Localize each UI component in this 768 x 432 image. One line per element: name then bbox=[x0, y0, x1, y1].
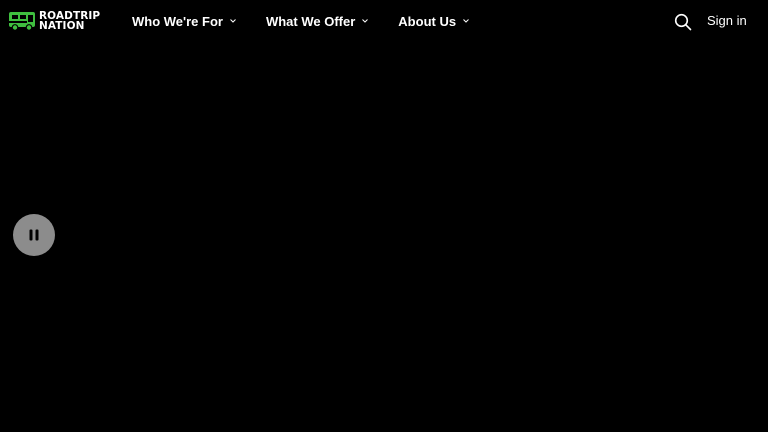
page: ROADTRIP NATION Who We're For What We Of… bbox=[0, 0, 768, 432]
nav-item-what-we-offer[interactable]: What We Offer bbox=[266, 14, 369, 29]
logo-wordmark: ROADTRIP NATION bbox=[39, 11, 100, 32]
logo-line-2: NATION bbox=[39, 20, 85, 32]
rv-logo-icon bbox=[9, 12, 35, 31]
main-nav: Who We're For What We Offer About Us bbox=[132, 0, 499, 42]
roadtrip-nation-logo[interactable]: ROADTRIP NATION bbox=[8, 11, 100, 31]
video-pause-button[interactable] bbox=[13, 214, 55, 256]
nav-item-label: What We Offer bbox=[265, 13, 356, 29]
nav-item-label: About Us bbox=[398, 13, 457, 29]
sign-in-link[interactable]: Sign in bbox=[707, 13, 747, 28]
pause-icon bbox=[29, 229, 39, 241]
site-header: ROADTRIP NATION Who We're For What We Of… bbox=[0, 0, 768, 44]
search-icon[interactable] bbox=[674, 13, 692, 31]
chevron-down-icon bbox=[230, 19, 236, 23]
chevron-down-icon bbox=[362, 19, 369, 23]
nav-item-label: Who We're For bbox=[132, 13, 223, 29]
nav-item-who-were-for[interactable]: Who We're For bbox=[132, 14, 237, 29]
chevron-down-icon bbox=[463, 19, 469, 23]
nav-item-about-us[interactable]: About Us bbox=[398, 14, 470, 29]
